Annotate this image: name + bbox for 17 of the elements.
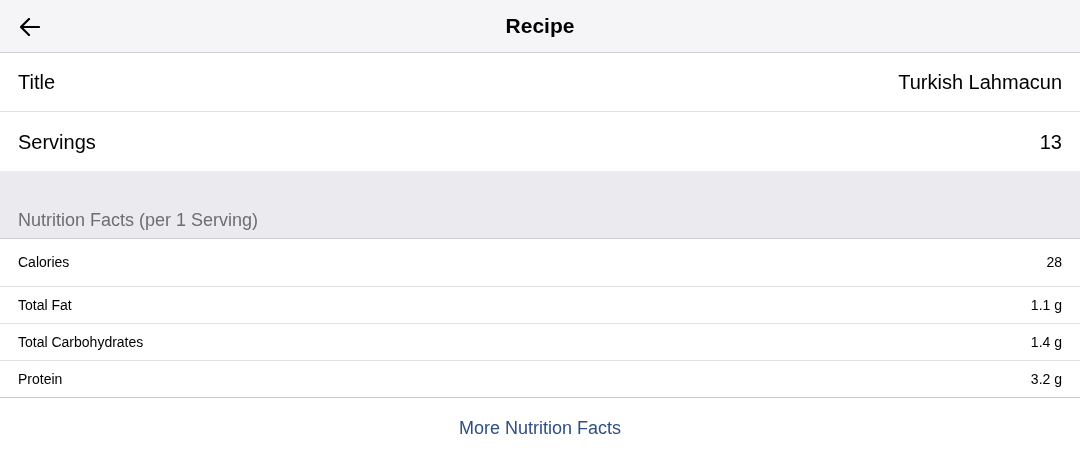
nav-title: Recipe (505, 13, 575, 40)
nutrient-value: 3.2 g (1030, 369, 1062, 389)
more-nutrition-link[interactable]: More Nutrition Facts (458, 414, 621, 442)
nutrient-value: 28 (1046, 253, 1062, 272)
nutrient-label: Protein (18, 369, 63, 389)
field-label: Title (18, 70, 56, 95)
back-arrow-icon (20, 18, 40, 36)
field-label: Servings (18, 129, 96, 155)
nutrient-value: 1.4 g (1030, 332, 1062, 352)
back-button[interactable] (18, 15, 42, 39)
nutrient-label: Total Fat (18, 295, 72, 315)
section-header: Nutrition Facts (per 1 Serving) (18, 209, 259, 232)
nutrient-label: Calories (18, 253, 70, 272)
field-value: Turkish Lahmacun (898, 70, 1062, 95)
nutrient-label: Total Carbohydrates (18, 332, 144, 352)
nutrient-value: 1.1 g (1030, 295, 1062, 315)
field-value: 13 (1039, 129, 1062, 155)
